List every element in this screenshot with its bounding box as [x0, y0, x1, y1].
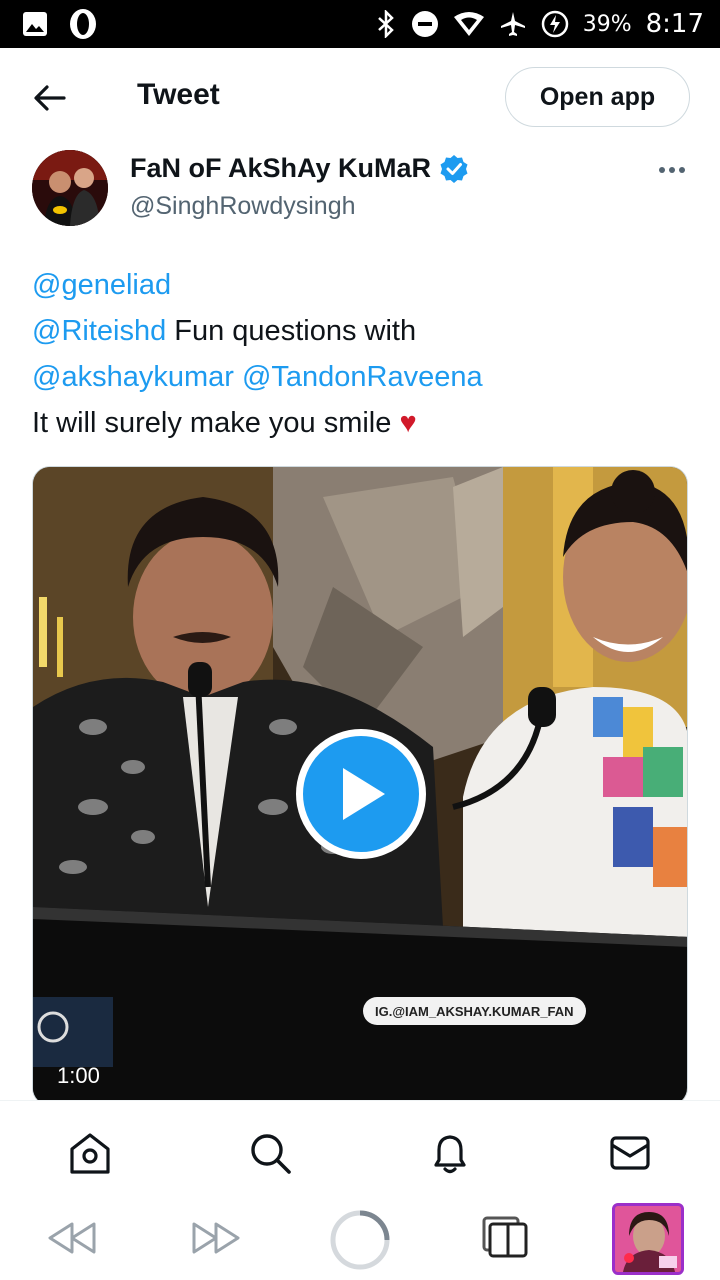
bottom-navigation [0, 1100, 720, 1196]
dot [669, 167, 675, 173]
status-bar: 39% 8:17 [0, 0, 720, 48]
mention-tandonraveena[interactable]: @TandonRaveena [242, 361, 483, 393]
nav-notifications[interactable] [426, 1129, 474, 1177]
home-icon [70, 1133, 110, 1174]
back-button[interactable] [30, 78, 70, 118]
battery-percentage: 39% [582, 11, 632, 37]
fast-forward-icon [192, 1222, 240, 1254]
envelope-icon [610, 1136, 650, 1170]
tweet-text-segment [234, 361, 242, 393]
image-icon [22, 11, 48, 37]
tweet-text: @geneliad @Riteishd Fun questions with @… [32, 262, 692, 446]
video-player[interactable]: IG.@IAM_AKSHAY.KUMAR_FAN 1:00 [32, 466, 688, 1106]
open-app-button[interactable]: Open app [505, 67, 690, 127]
browser-reload-button[interactable] [328, 1208, 392, 1272]
tweet-line-3: @akshaykumar @TandonRaveena [32, 354, 692, 400]
browser-toolbar [0, 1196, 720, 1280]
dot [679, 167, 685, 173]
browser-back-button[interactable] [44, 1216, 100, 1260]
tweet-line-4: It will surely make you smile ♥ [32, 400, 692, 446]
opera-icon [68, 8, 98, 40]
arrow-left-icon [34, 85, 66, 111]
bell-icon [434, 1135, 466, 1174]
loading-spinner-icon [330, 1210, 390, 1270]
verified-badge-icon [440, 154, 468, 183]
rewind-icon [48, 1222, 96, 1254]
author-display-name: FaN oF AkShAy KuMaR [130, 153, 432, 183]
video-watermark: IG.@IAM_AKSHAY.KUMAR_FAN [363, 997, 586, 1025]
page-title: Tweet [137, 78, 220, 111]
nav-search[interactable] [246, 1129, 294, 1177]
play-icon [343, 768, 385, 820]
tab-thumbnail-image [615, 1206, 681, 1272]
author-handle[interactable]: @SinghRowdysingh [130, 192, 356, 221]
mention-riteishd[interactable]: @Riteishd [32, 315, 166, 347]
nav-home[interactable] [66, 1129, 114, 1177]
tweet-header: Tweet Open app [0, 48, 720, 148]
tweet-line-2: @Riteishd Fun questions with [32, 308, 692, 354]
avatar[interactable] [32, 150, 108, 226]
clock: 8:17 [645, 9, 704, 39]
mention-geneliad[interactable]: @geneliad [32, 269, 171, 301]
tweet-line-1: @geneliad [32, 262, 692, 308]
nav-messages[interactable] [606, 1129, 654, 1177]
bluetooth-icon [375, 10, 397, 38]
mention-akshaykumar[interactable]: @akshaykumar [32, 361, 234, 393]
browser-tabs-button[interactable] [478, 1212, 532, 1262]
dot [659, 167, 665, 173]
tabs-icon [482, 1216, 528, 1258]
airplane-icon [499, 10, 527, 38]
tweet-text-segment: It will surely make you smile [32, 407, 400, 439]
more-options-button[interactable] [652, 155, 692, 185]
red-heart-emoji: ♥ [399, 407, 417, 439]
author-name[interactable]: FaN oF AkShAy KuMaR [130, 153, 469, 184]
browser-forward-button[interactable] [188, 1216, 244, 1260]
tab-thumbnail[interactable] [612, 1203, 684, 1275]
battery-charging-icon [541, 10, 569, 38]
wifi-icon [453, 11, 485, 37]
video-duration: 1:00 [57, 1063, 100, 1088]
play-button[interactable] [296, 729, 426, 859]
search-icon [251, 1134, 291, 1174]
do-not-disturb-icon [411, 10, 439, 38]
tweet-text-segment: Fun questions with [166, 315, 417, 347]
